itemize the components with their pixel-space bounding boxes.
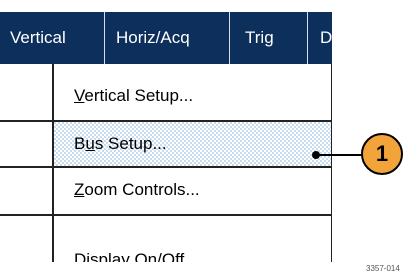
menu-item-zoom-controls[interactable]: Zoom Controls... — [54, 168, 331, 212]
tab-vertical[interactable]: Vertical — [10, 12, 66, 64]
menu-item-label: Display On/Off — [74, 250, 185, 262]
callout-leader-line — [316, 154, 364, 156]
figure-id-label: 3357-014 — [366, 264, 400, 273]
tab-separator — [104, 12, 105, 64]
menu-right-border — [331, 64, 332, 262]
menu-item-bus-setup[interactable]: Bus Setup... — [54, 122, 331, 166]
menu-separator — [0, 214, 332, 216]
menu-item-label: Bus Setup... — [74, 134, 167, 153]
menu-bar: Vertical Horiz/Acq Trig D — [0, 12, 332, 64]
menu-item-display-on-off[interactable]: Display On/Off — [54, 238, 331, 262]
tab-separator — [307, 12, 308, 64]
tab-separator — [229, 12, 230, 64]
tab-display[interactable]: D — [320, 12, 332, 64]
vertical-dropdown-menu: Vertical Setup... Bus Setup... Zoom Cont… — [0, 64, 332, 262]
menu-item-vertical-setup[interactable]: Vertical Setup... — [54, 74, 331, 118]
menu-item-label: Vertical Setup... — [74, 86, 194, 105]
callout-number-badge: 1 — [361, 133, 403, 175]
tab-horiz-acq[interactable]: Horiz/Acq — [116, 12, 190, 64]
menu-item-label: Zoom Controls... — [74, 180, 200, 199]
tab-trig[interactable]: Trig — [245, 12, 274, 64]
